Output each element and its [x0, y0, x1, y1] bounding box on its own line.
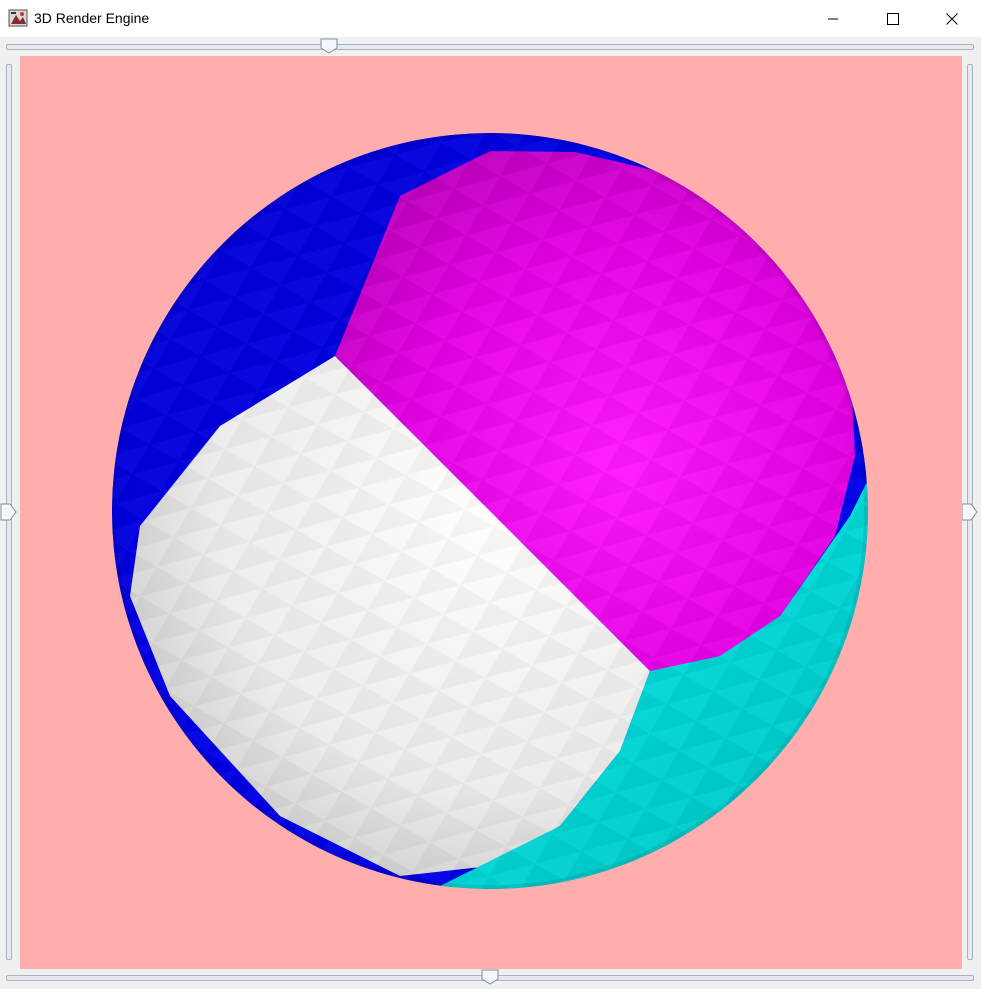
left-rotation-slider[interactable]	[0, 64, 20, 960]
render-canvas[interactable]	[20, 56, 962, 969]
minimize-button[interactable]	[810, 0, 856, 37]
close-button[interactable]	[929, 0, 975, 37]
window-title: 3D Render Engine	[34, 10, 150, 26]
slider-thumb[interactable]	[481, 969, 499, 989]
sphere-model	[112, 133, 868, 889]
title-bar[interactable]: 3D Render Engine	[0, 0, 981, 37]
slider-track	[6, 44, 974, 50]
close-icon	[946, 12, 958, 25]
maximize-icon	[887, 12, 899, 25]
slider-thumb[interactable]	[320, 38, 338, 58]
minimize-icon	[827, 13, 839, 25]
app-icon	[8, 8, 28, 28]
slider-thumb[interactable]	[961, 503, 979, 525]
maximize-button[interactable]	[870, 0, 916, 37]
right-rotation-slider[interactable]	[961, 64, 981, 960]
bottom-rotation-slider[interactable]	[6, 969, 974, 989]
top-rotation-slider[interactable]	[6, 38, 974, 58]
slider-thumb[interactable]	[0, 503, 18, 525]
